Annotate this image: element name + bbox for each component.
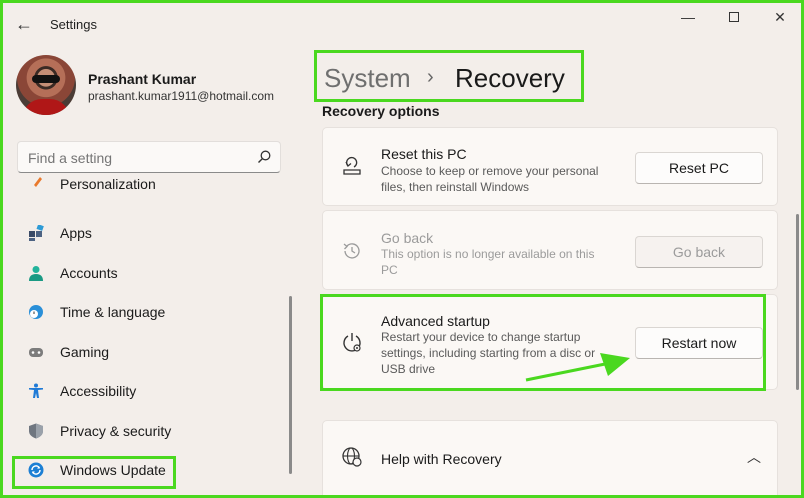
sidebar-item-label: Privacy & security	[60, 423, 172, 439]
go-back-title: Go back	[381, 230, 434, 246]
avatar-shirt	[22, 99, 70, 115]
back-button[interactable]: ←	[10, 12, 38, 38]
page-title: Recovery	[455, 63, 565, 93]
search-input[interactable]	[28, 150, 248, 166]
history-icon	[343, 243, 360, 259]
sidebar-item-apps[interactable]: Apps	[18, 215, 288, 251]
shield-icon	[29, 423, 43, 439]
close-button[interactable]: ✕	[760, 6, 800, 28]
reset-icon	[343, 157, 361, 175]
main-scrollbar[interactable]	[796, 214, 799, 390]
apps-icon	[29, 225, 44, 241]
sidebar-item-gaming[interactable]: Gaming	[18, 334, 288, 370]
maximize-button[interactable]	[714, 6, 754, 28]
reset-pc-description: Choose to keep or remove your personal f…	[381, 164, 599, 194]
help-recovery-title: Help with Recovery	[381, 451, 502, 467]
reset-pc-card: Reset this PC Choose to keep or remove y…	[322, 127, 778, 206]
sidebar-scrollbar[interactable]	[289, 296, 292, 474]
gamepad-icon	[29, 348, 43, 357]
section-title: Recovery options	[322, 103, 440, 119]
reset-pc-title: Reset this PC	[381, 146, 467, 162]
maximize-icon	[729, 12, 739, 22]
search-icon[interactable]	[256, 149, 272, 165]
sidebar-item-privacy-security[interactable]: Privacy & security	[18, 413, 288, 449]
title-bar: ← Settings — ✕	[0, 0, 804, 46]
sidebar-item-label: Personalization	[60, 176, 156, 192]
go-back-card: Go back This option is no longer availab…	[322, 210, 778, 290]
sidebar-item-time-language[interactable]: Time & language	[18, 294, 288, 330]
sidebar-item-label: Accessibility	[60, 383, 137, 399]
sidebar-item-label: Gaming	[60, 344, 110, 360]
go-back-description: This option is no longer available on th…	[381, 247, 595, 277]
sidebar-item-personalization[interactable]: Personalization	[18, 176, 288, 196]
user-name: Prashant Kumar	[88, 71, 197, 87]
sidebar-item-label: Apps	[60, 225, 92, 241]
go-back-button[interactable]: Go back	[635, 236, 763, 268]
reset-pc-button[interactable]: Reset PC	[635, 152, 763, 184]
minimize-button[interactable]: —	[668, 6, 708, 28]
accessibility-icon	[29, 383, 43, 398]
globe-icon	[342, 447, 362, 467]
breadcrumb-separator: ›	[427, 66, 434, 88]
person-icon	[29, 266, 43, 281]
sidebar-item-label: Accounts	[60, 265, 118, 281]
sidebar-item-accounts[interactable]: Accounts	[18, 255, 288, 291]
pointer-arrow-annotation	[525, 353, 630, 382]
sidebar-item-accessibility[interactable]: Accessibility	[18, 373, 288, 409]
avatar-glasses	[32, 75, 60, 83]
search-box[interactable]	[17, 141, 281, 173]
avatar[interactable]	[16, 55, 76, 115]
brush-icon	[34, 177, 42, 187]
help-recovery-card[interactable]: Help with Recovery ︿	[322, 420, 778, 498]
chevron-up-icon[interactable]: ︿	[747, 447, 761, 467]
app-title: Settings	[50, 17, 97, 32]
breadcrumb: System › Recovery	[314, 50, 584, 102]
user-email: prashant.kumar1911@hotmail.com	[88, 89, 275, 103]
sidebar-item-label: Time & language	[60, 304, 166, 320]
breadcrumb-system[interactable]: System	[324, 63, 411, 94]
globe-clock-icon	[29, 305, 43, 319]
windows-update-highlight	[12, 456, 176, 489]
